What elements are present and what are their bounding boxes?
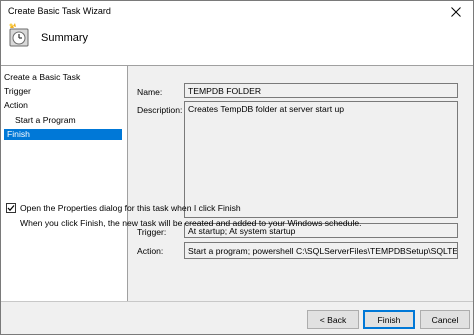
nav-item-finish[interactable]: Finish [4, 129, 122, 140]
wizard-steps-panel: Create a Basic Task Trigger Action Start… [1, 66, 127, 301]
finish-button[interactable]: Finish [363, 310, 415, 329]
action-field: Start a program; powershell C:\SQLServer… [184, 242, 458, 259]
nav-item-action[interactable]: Action [4, 100, 28, 111]
description-label: Description: [137, 105, 183, 115]
wizard-footer: < Back Finish Cancel [1, 302, 473, 334]
finish-info-text: When you click Finish, the new task will… [20, 218, 362, 228]
trigger-label: Trigger: [137, 227, 167, 237]
nav-item-start-a-program[interactable]: Start a Program [15, 115, 76, 126]
summary-panel: Name: TEMPDB FOLDER Description: Creates… [128, 66, 473, 301]
task-scheduler-icon [9, 23, 29, 47]
wizard-header: Summary [1, 23, 473, 63]
open-properties-label[interactable]: Open the Properties dialog for this task… [20, 203, 241, 213]
create-basic-task-wizard-window: Create Basic Task Wizard Summary Create … [0, 0, 474, 335]
cancel-button[interactable]: Cancel [420, 310, 470, 329]
nav-item-create-basic-task[interactable]: Create a Basic Task [4, 72, 80, 83]
close-button[interactable] [439, 1, 473, 23]
close-icon [451, 7, 461, 17]
nav-item-trigger[interactable]: Trigger [4, 86, 31, 97]
back-button[interactable]: < Back [307, 310, 359, 329]
page-title: Summary [41, 32, 89, 44]
window-title: Create Basic Task Wizard [8, 6, 111, 16]
checkmark-icon [7, 205, 15, 212]
open-properties-checkbox[interactable] [6, 203, 16, 213]
action-label: Action: [137, 246, 164, 256]
title-bar: Create Basic Task Wizard [1, 1, 473, 23]
name-label: Name: [137, 87, 163, 97]
name-field: TEMPDB FOLDER [184, 83, 458, 98]
description-field: Creates TempDB folder at server start up [184, 101, 458, 218]
